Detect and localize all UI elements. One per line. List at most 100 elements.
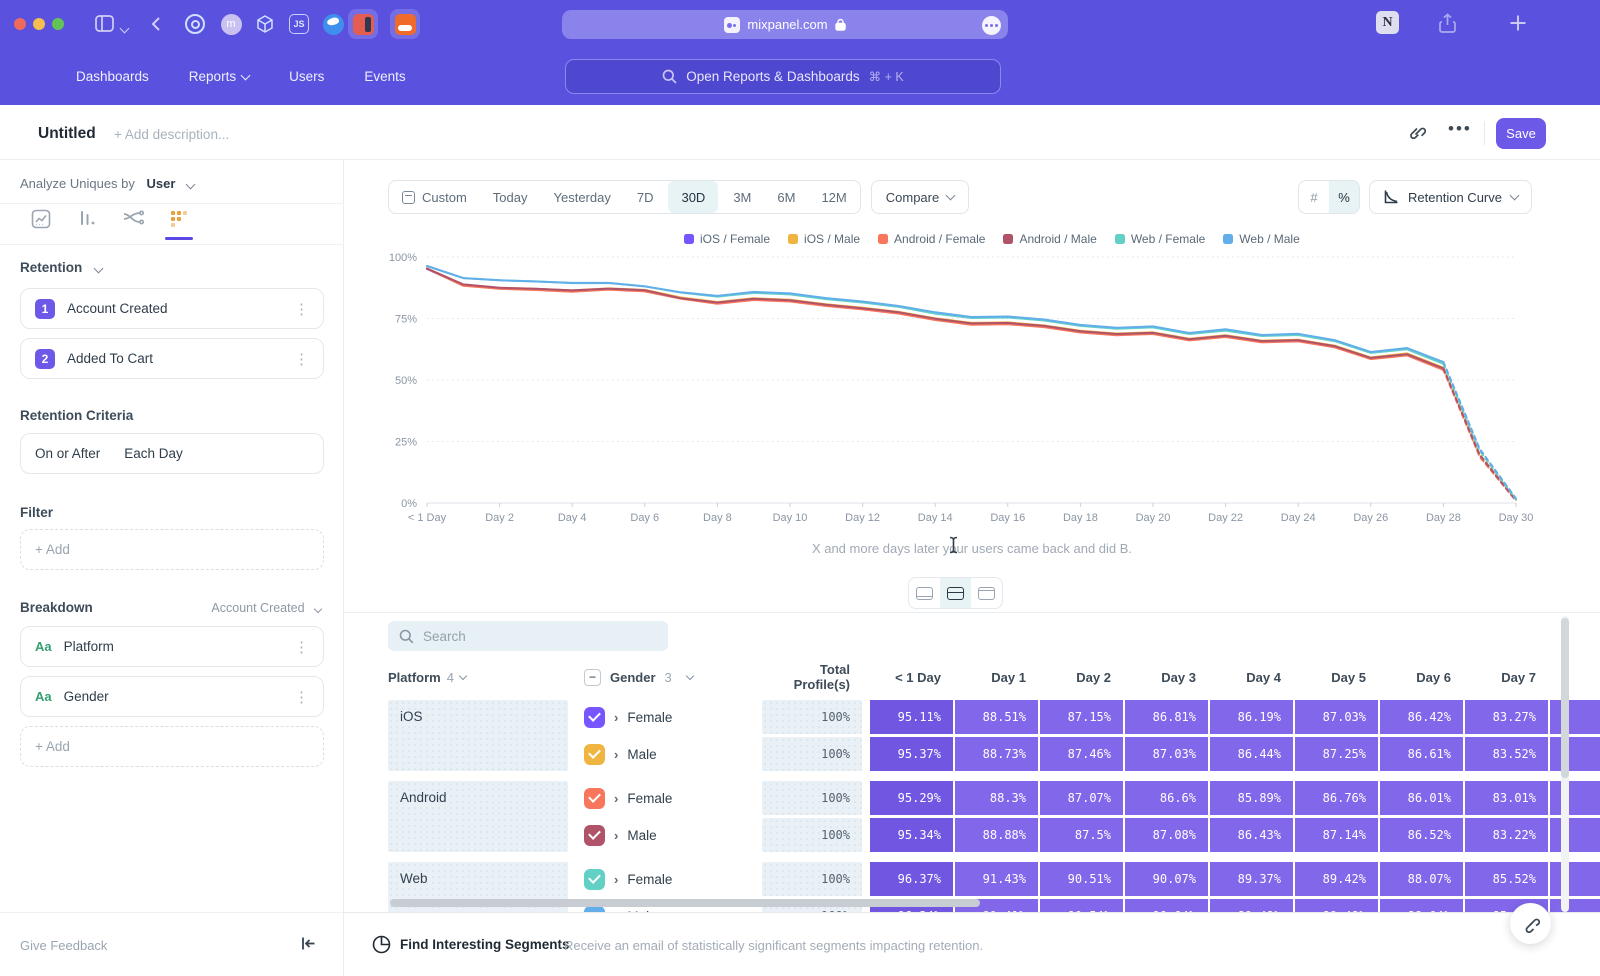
- save-button[interactable]: Save: [1496, 118, 1546, 149]
- retention-value-cell[interactable]: 89.42%: [1295, 862, 1378, 896]
- retention-value-cell[interactable]: 87.03%: [1295, 700, 1378, 734]
- day-column-header[interactable]: Day 3: [1125, 670, 1208, 685]
- url-options-button[interactable]: [982, 16, 1001, 35]
- retention-criteria-card[interactable]: On or After Each Day: [20, 433, 324, 474]
- retention-value-cell[interactable]: 83.52%: [1465, 737, 1548, 771]
- extension-cube-icon[interactable]: [250, 9, 280, 39]
- legend-item[interactable]: Android / Male: [1003, 232, 1096, 246]
- layout-chart-only-button[interactable]: [909, 578, 940, 608]
- retention-value-cell[interactable]: 88.73%: [955, 737, 1038, 771]
- retention-value-cell[interactable]: 86.44%: [1210, 737, 1293, 771]
- tab-flow-icon[interactable]: [122, 208, 144, 230]
- gender-column-header[interactable]: − Gender 3: [570, 669, 760, 686]
- retention-value-cell[interactable]: 86.52%: [1380, 818, 1463, 852]
- retention-value-cell[interactable]: 86.61%: [1380, 737, 1463, 771]
- legend-item[interactable]: iOS / Female: [684, 232, 770, 246]
- day-column-header[interactable]: Day 7: [1465, 670, 1548, 685]
- extension-target-icon[interactable]: [180, 9, 210, 39]
- filter-add-button[interactable]: + Add: [20, 529, 324, 570]
- unit-count-toggle[interactable]: #: [1299, 181, 1329, 213]
- range-custom[interactable]: Custom: [389, 181, 480, 213]
- extension-globe-icon[interactable]: [318, 9, 348, 39]
- give-feedback-link[interactable]: Give Feedback: [20, 938, 107, 953]
- expand-chevron-icon[interactable]: ›: [614, 872, 618, 887]
- extension-js-icon[interactable]: JS: [284, 9, 314, 39]
- legend-item[interactable]: Web / Female: [1115, 232, 1205, 246]
- retention-value-cell[interactable]: 95.34%: [870, 818, 953, 852]
- analyze-uniques-row[interactable]: Analyze Uniques by User: [20, 176, 194, 191]
- retention-value-cell[interactable]: 87.5%: [1040, 818, 1123, 852]
- retention-value-cell[interactable]: 87.46%: [1040, 737, 1123, 771]
- retention-value-cell[interactable]: 88.07%: [1380, 862, 1463, 896]
- layout-split-button[interactable]: [940, 578, 971, 608]
- expand-chevron-icon[interactable]: ›: [614, 791, 618, 806]
- gender-checkbox[interactable]: [584, 744, 605, 765]
- horizontal-scrollbar[interactable]: [390, 899, 980, 907]
- global-search-button[interactable]: Open Reports & Dashboards ⌘ + K: [565, 59, 1001, 94]
- retention-value-cell[interactable]: 89.48%: [1210, 899, 1293, 912]
- expand-chevron-icon[interactable]: ›: [614, 747, 618, 762]
- retention-value-cell[interactable]: 90.04%: [1125, 899, 1208, 912]
- expand-chevron-icon[interactable]: ›: [614, 828, 618, 843]
- retention-value-cell[interactable]: 89.37%: [1210, 862, 1293, 896]
- retention-value-cell[interactable]: 95.29%: [870, 781, 953, 815]
- vertical-scrollbar[interactable]: [1561, 616, 1569, 912]
- extension-avatar-icon[interactable]: m: [216, 9, 246, 39]
- share-link-floating-button[interactable]: [1510, 903, 1551, 944]
- chevron-down-icon[interactable]: [121, 19, 128, 37]
- copy-link-icon[interactable]: [1408, 124, 1426, 147]
- compare-button[interactable]: Compare: [871, 180, 969, 214]
- retention-value-cell[interactable]: 91.43%: [955, 862, 1038, 896]
- share-icon[interactable]: [1438, 13, 1457, 39]
- breakdown-add-button[interactable]: + Add: [20, 726, 324, 767]
- retention-value-cell[interactable]: 87.14%: [1295, 818, 1378, 852]
- expand-chevron-icon[interactable]: ›: [614, 710, 618, 725]
- kebab-menu-icon[interactable]: ⋮: [294, 350, 309, 368]
- gender-checkbox[interactable]: [584, 788, 605, 809]
- retention-value-cell[interactable]: 86.19%: [1210, 700, 1293, 734]
- criteria-each-day[interactable]: Each Day: [124, 446, 183, 461]
- range-3m[interactable]: 3M: [720, 181, 764, 213]
- traffic-light-zoom[interactable]: [52, 18, 64, 30]
- table-search-input[interactable]: Search: [388, 621, 668, 651]
- legend-item[interactable]: iOS / Male: [788, 232, 860, 246]
- retention-value-cell[interactable]: 90.54%: [1040, 899, 1123, 912]
- criteria-on-or-after[interactable]: On or After: [35, 446, 100, 461]
- legend-item[interactable]: Web / Male: [1223, 232, 1299, 246]
- retention-value-cell[interactable]: 87.25%: [1295, 737, 1378, 771]
- gender-checkbox[interactable]: [584, 869, 605, 890]
- retention-value-cell[interactable]: 95.37%: [870, 737, 953, 771]
- gender-checkbox[interactable]: [584, 825, 605, 846]
- chart-type-dropdown[interactable]: Retention Curve: [1369, 180, 1532, 214]
- retention-value-cell[interactable]: 86.76%: [1295, 781, 1378, 815]
- retention-value-cell[interactable]: 90.07%: [1125, 862, 1208, 896]
- retention-section-header[interactable]: Retention: [20, 260, 102, 275]
- nav-item-users[interactable]: Users: [289, 69, 324, 84]
- retention-value-cell[interactable]: 83.27%: [1465, 700, 1548, 734]
- retention-value-cell[interactable]: 86.43%: [1210, 818, 1293, 852]
- find-segments-label[interactable]: Find Interesting Segments: [400, 937, 570, 952]
- range-6m[interactable]: 6M: [764, 181, 808, 213]
- day-column-header[interactable]: Day 1: [955, 670, 1038, 685]
- retention-value-cell[interactable]: 88.3%: [955, 781, 1038, 815]
- retention-value-cell[interactable]: 87.07%: [1040, 781, 1123, 815]
- kebab-menu-icon[interactable]: ⋮: [294, 688, 309, 706]
- kebab-menu-icon[interactable]: ⋮: [294, 300, 309, 318]
- retention-value-cell[interactable]: 86.6%: [1125, 781, 1208, 815]
- extension-notes-app-icon[interactable]: [348, 9, 378, 39]
- tab-line-chart-icon[interactable]: [30, 208, 52, 230]
- retention-value-cell[interactable]: 88.51%: [955, 700, 1038, 734]
- retention-value-cell[interactable]: 88.88%: [955, 818, 1038, 852]
- breakdown-applies-to[interactable]: Account Created: [211, 601, 321, 615]
- breakdown-card[interactable]: AaPlatform⋮: [20, 626, 324, 667]
- layout-table-only-button[interactable]: [971, 578, 1002, 608]
- tab-retention-icon[interactable]: [168, 208, 190, 230]
- range-12m[interactable]: 12M: [808, 181, 859, 213]
- day-column-header[interactable]: Day 6: [1380, 670, 1463, 685]
- retention-value-cell[interactable]: 86.01%: [1380, 781, 1463, 815]
- retention-value-cell[interactable]: 87.08%: [1125, 818, 1208, 852]
- retention-step-card[interactable]: 2Added To Cart⋮: [20, 338, 324, 379]
- kebab-menu-icon[interactable]: ⋮: [294, 638, 309, 656]
- analyze-value[interactable]: User: [147, 176, 176, 191]
- range-today[interactable]: Today: [480, 181, 541, 213]
